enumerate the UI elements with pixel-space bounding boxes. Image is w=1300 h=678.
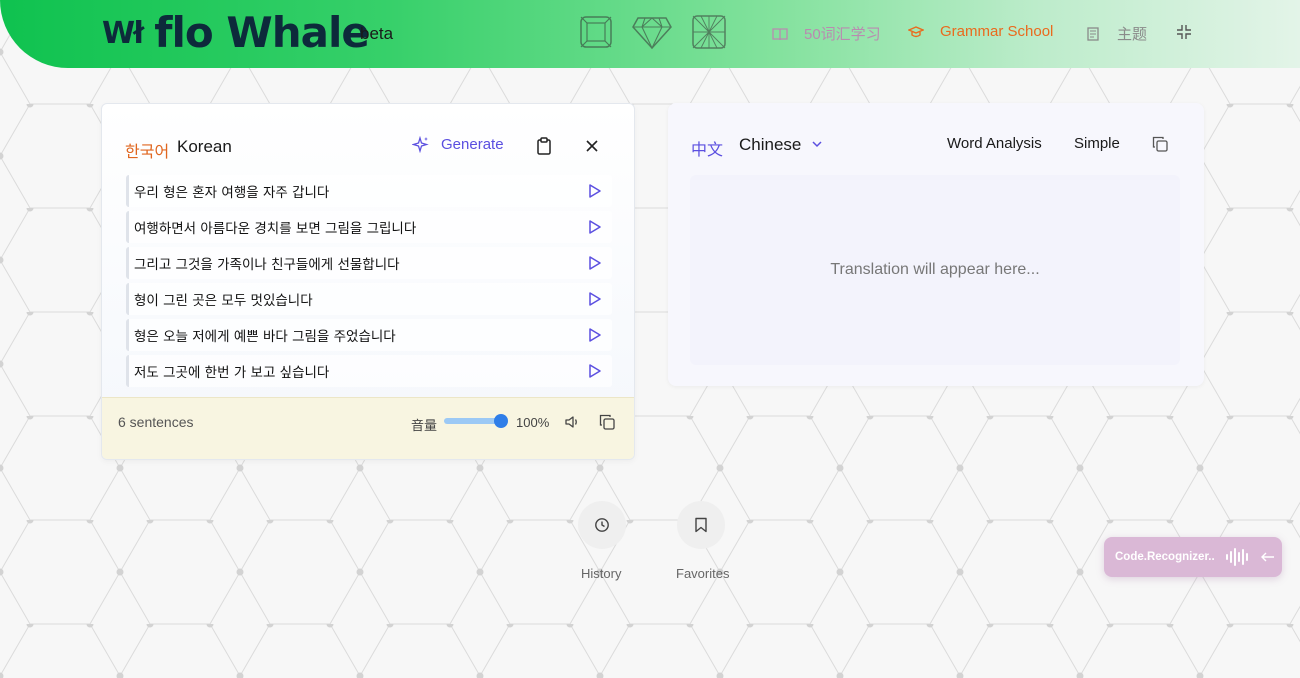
round-gem-icon[interactable] xyxy=(691,14,727,50)
sentence-text: 여행하면서 아름다운 경치를 보면 그림을 그립니다 xyxy=(134,221,417,237)
generate-button[interactable]: Generate xyxy=(412,136,504,153)
copy-icon[interactable] xyxy=(599,414,615,430)
chevron-down-icon[interactable] xyxy=(811,139,823,149)
source-footer: 6 sentences 音量 100% xyxy=(102,397,634,459)
sentence-text: 형은 오늘 저에게 예쁜 바다 그림을 주었습니다 xyxy=(134,329,396,345)
play-icon[interactable] xyxy=(588,328,602,342)
target-panel: 中文 Chinese Word Analysis Simple Translat… xyxy=(668,103,1204,386)
sentence-text: 형이 그린 곳은 모두 멋있습니다 xyxy=(134,293,313,309)
nav-vocabulary[interactable]: 50词汇学习 xyxy=(772,23,881,44)
beta-badge: beta xyxy=(360,24,394,43)
top-bar: Wł flo Whale beta 50词汇学习 Grammar School … xyxy=(0,0,1300,68)
volume-slider[interactable] xyxy=(444,414,508,428)
sentence-row[interactable]: 여행하면서 아름다운 경치를 보면 그림을 그립니다 xyxy=(126,211,612,243)
graduation-cap-icon xyxy=(908,25,924,37)
history-label: History xyxy=(581,566,622,581)
target-language-select[interactable]: Chinese xyxy=(739,135,801,155)
code-recognizer-widget[interactable]: Code.Recognizer.. xyxy=(1104,537,1282,577)
volume-percent: 100% xyxy=(516,415,550,430)
volume-label: 音量 xyxy=(411,418,438,433)
nav-theme-label: 主题 xyxy=(1117,26,1148,43)
sentence-row[interactable]: 저도 그곳에 한번 가 보고 싶습니다 xyxy=(126,355,612,387)
copy-icon[interactable] xyxy=(1152,136,1168,152)
target-language-native: 中文 xyxy=(691,142,724,159)
logo-mark: Wł xyxy=(102,15,144,51)
sentence-text: 우리 형은 혼자 여행을 자주 갑니다 xyxy=(134,185,330,201)
document-icon xyxy=(1087,26,1099,41)
sparkle-icon xyxy=(412,136,429,153)
diamond-icon[interactable] xyxy=(632,14,672,50)
collapse-icon[interactable] xyxy=(1176,24,1192,40)
source-panel: 한국어 Korean Generate 우리 형은 혼자 여행을 자주 갑니다 … xyxy=(101,103,635,460)
widget-label: Code.Recognizer.. xyxy=(1115,551,1215,563)
play-icon[interactable] xyxy=(588,220,602,234)
sentence-row[interactable]: 형이 그린 곳은 모두 멋있습니다 xyxy=(126,283,612,315)
logo[interactable]: Wł flo Whale xyxy=(102,8,370,57)
sentence-row[interactable]: 형은 오늘 저에게 예쁜 바다 그림을 주었습니다 xyxy=(126,319,612,351)
word-analysis-button[interactable]: Word Analysis xyxy=(947,135,1042,152)
logo-text: flo Whale xyxy=(154,8,370,57)
speaker-icon[interactable] xyxy=(564,414,580,430)
close-icon[interactable] xyxy=(584,138,600,154)
sentence-text: 그리고 그것을 가족이나 친구들에게 선물합니다 xyxy=(134,257,400,273)
sentence-text: 저도 그곳에 한번 가 보고 싶습니다 xyxy=(134,365,330,381)
favorites-label: Favorites xyxy=(676,566,730,581)
sentence-row[interactable]: 우리 형은 혼자 여행을 자주 갑니다 xyxy=(126,175,612,207)
clipboard-icon[interactable] xyxy=(536,137,552,155)
bookmark-icon xyxy=(695,517,707,533)
play-icon[interactable] xyxy=(588,256,602,270)
source-language-name: Korean xyxy=(177,137,232,156)
nav-theme[interactable]: 主题 xyxy=(1085,23,1147,44)
generate-label: Generate xyxy=(441,136,504,153)
history-button[interactable] xyxy=(578,501,626,549)
play-icon[interactable] xyxy=(588,184,602,198)
sentence-list: 우리 형은 혼자 여행을 자주 갑니다 여행하면서 아름다운 경치를 보면 그림… xyxy=(126,175,612,391)
simple-button[interactable]: Simple xyxy=(1074,135,1120,152)
nav-vocabulary-label: 50词汇学习 xyxy=(804,26,881,43)
nav-grammar-school[interactable]: Grammar School xyxy=(908,23,1053,40)
book-icon xyxy=(772,27,788,40)
source-language-native: 한국어 xyxy=(125,144,170,161)
arrow-left-icon[interactable] xyxy=(1260,552,1275,562)
square-gem-icon[interactable] xyxy=(578,14,614,50)
clock-icon xyxy=(595,518,609,532)
favorites-button[interactable] xyxy=(677,501,725,549)
sound-wave-icon xyxy=(1225,548,1248,566)
nav-grammar-school-label: Grammar School xyxy=(940,23,1054,40)
volume-slider-handle[interactable] xyxy=(494,414,508,428)
sentence-row[interactable]: 그리고 그것을 가족이나 친구들에게 선물합니다 xyxy=(126,247,612,279)
sentence-count: 6 sentences xyxy=(118,414,194,430)
play-icon[interactable] xyxy=(588,364,602,378)
play-icon[interactable] xyxy=(588,292,602,306)
translation-placeholder: Translation will appear here... xyxy=(830,261,1040,278)
translation-output: Translation will appear here... xyxy=(690,175,1180,365)
